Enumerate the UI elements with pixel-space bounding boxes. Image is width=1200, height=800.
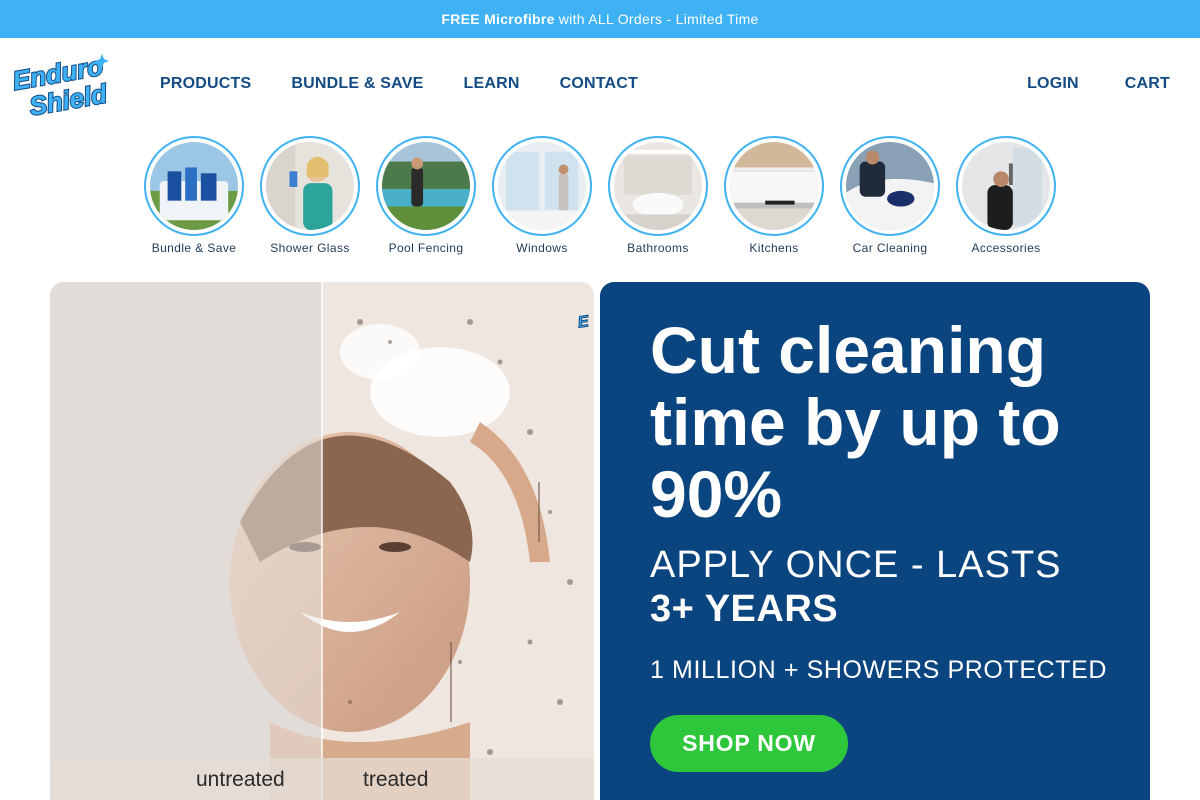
category-thumb (956, 136, 1056, 236)
enduroshield-logo[interactable]: Enduro Shield (9, 48, 111, 123)
category-label: Bundle & Save (151, 241, 237, 255)
site-header: Enduro Shield PRODUCTS BUNDLE & SAVE LEA… (0, 38, 1200, 130)
login-link[interactable]: LOGIN (1027, 75, 1079, 93)
promo-text: with ALL Orders - Limited Time (558, 11, 759, 27)
category-thumb (144, 136, 244, 236)
cart-link[interactable]: CART (1125, 75, 1170, 93)
hero-panel: Cut cleaning time by up to 90% APPLY ONC… (600, 282, 1150, 800)
hero-before-after-image: E untreated treated (50, 282, 594, 800)
main-nav: PRODUCTS BUNDLE & SAVE LEARN CONTACT (160, 75, 638, 93)
category-label: Bathrooms (627, 241, 689, 255)
promo-highlight: FREE Microfibre (441, 11, 555, 27)
hero-subheading-strong: 3+ YEARS (650, 588, 839, 630)
category-thumb (840, 136, 940, 236)
account-nav: LOGIN CART (1027, 75, 1170, 93)
category-shower-glass[interactable]: Shower Glass (260, 136, 360, 255)
nav-products[interactable]: PRODUCTS (160, 75, 251, 93)
category-bundle-save[interactable]: Bundle & Save (144, 136, 244, 255)
category-label: Kitchens (749, 241, 799, 255)
category-accessories[interactable]: Accessories (956, 136, 1056, 255)
category-label: Accessories (971, 241, 1041, 255)
category-car-cleaning[interactable]: Car Cleaning (840, 136, 940, 255)
category-label: Pool Fencing (388, 241, 464, 255)
nav-learn[interactable]: LEARN (463, 75, 519, 93)
hero-tagline: 1 MILLION + SHOWERS PROTECTED (650, 656, 1108, 684)
category-label: Car Cleaning (852, 241, 928, 255)
category-kitchens[interactable]: Kitchens (724, 136, 824, 255)
treated-label: treated (363, 768, 429, 791)
promo-banner[interactable]: FREE Microfibre with ALL Orders - Limite… (0, 0, 1200, 38)
category-thumb (492, 136, 592, 236)
hero-headline: Cut cleaning time by up to 90% (650, 313, 1061, 531)
category-label: Shower Glass (270, 241, 350, 255)
category-label: Windows (516, 241, 568, 255)
shop-now-button[interactable]: SHOP NOW (650, 715, 848, 772)
category-bathrooms[interactable]: Bathrooms (608, 136, 708, 255)
category-windows[interactable]: Windows (492, 136, 592, 255)
category-thumb (376, 136, 476, 236)
nav-contact[interactable]: CONTACT (560, 75, 638, 93)
nav-bundle-save[interactable]: BUNDLE & SAVE (291, 75, 423, 93)
category-thumb (724, 136, 824, 236)
hero-subheading: APPLY ONCE - LASTS (650, 544, 1062, 586)
untreated-label: untreated (196, 768, 285, 791)
category-pool-fencing[interactable]: Pool Fencing (376, 136, 476, 255)
category-thumb (608, 136, 708, 236)
category-strip: Bundle & Save Shower Glass Pool Fencing … (144, 136, 1056, 255)
category-thumb (260, 136, 360, 236)
